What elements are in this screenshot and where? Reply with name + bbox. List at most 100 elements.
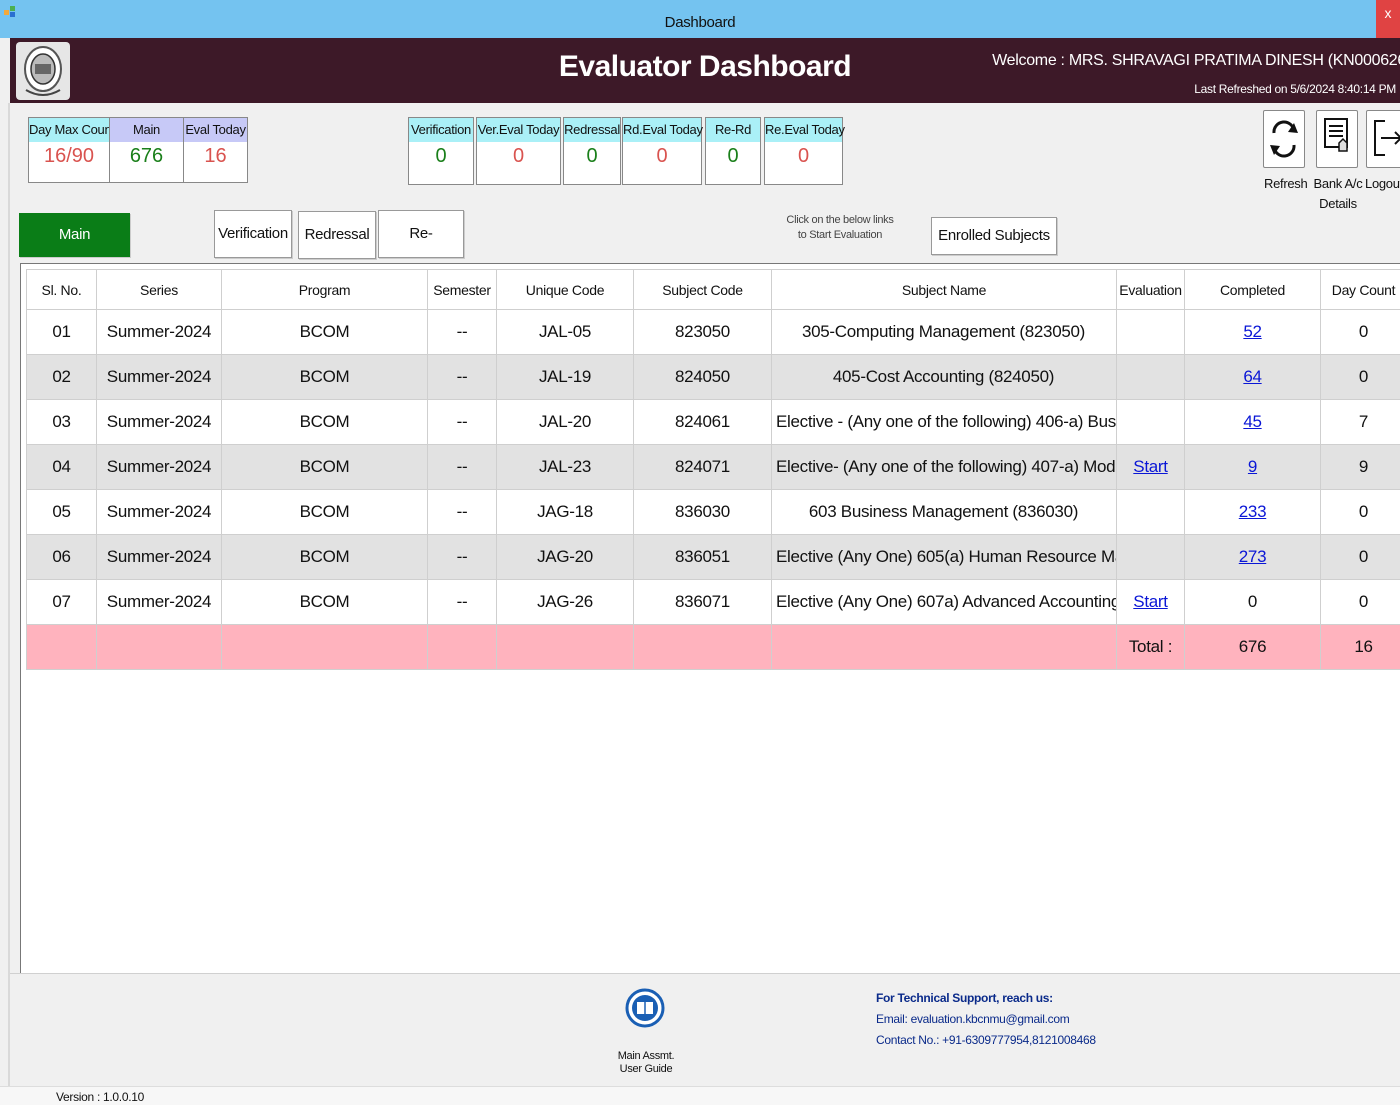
close-button[interactable]: x	[1376, 0, 1400, 38]
app-header: Evaluator Dashboard Welcome : MRS. SHRAV…	[10, 38, 1400, 103]
cell-completed: 273	[1185, 535, 1321, 580]
cell-subject-code: 823050	[634, 310, 772, 355]
cell-program: BCOM	[222, 400, 428, 445]
column-header: Completed	[1185, 270, 1321, 310]
cell-completed: 233	[1185, 490, 1321, 535]
tab-main-assessment[interactable]: Main Assessment	[19, 213, 130, 257]
cell-series: Summer-2024	[97, 580, 222, 625]
bank-details-label-line2: Details	[1312, 196, 1364, 211]
column-header: Evaluation	[1117, 270, 1185, 310]
cell-subject-name: 405-Cost Accounting (824050)	[772, 355, 1117, 400]
cell-day-count: 0	[1321, 490, 1400, 535]
cell-unique-code: JAL-20	[497, 400, 634, 445]
stat-value: 16/90	[29, 142, 109, 170]
support-heading: For Technical Support, reach us:	[876, 988, 1096, 1009]
column-header: Program	[222, 270, 428, 310]
cell-sl: 03	[27, 400, 97, 445]
cell-series: Summer-2024	[97, 535, 222, 580]
table-row[interactable]: 04 Summer-2024 BCOM -- JAL-23 824071 Ele…	[27, 445, 1400, 490]
stat-value: 0	[765, 142, 842, 170]
enrolled-subjects-button[interactable]: Enrolled Subjects	[931, 217, 1057, 255]
completed-link[interactable]: 52	[1243, 322, 1261, 341]
cell-completed: 64	[1185, 355, 1321, 400]
stat-label: Verification	[409, 118, 473, 142]
welcome-text: Welcome : MRS. SHRAVAGI PRATIMA DINESH (…	[992, 52, 1400, 70]
cell-unique-code: JAG-26	[497, 580, 634, 625]
cell-completed: 45	[1185, 400, 1321, 445]
table-row[interactable]: 01 Summer-2024 BCOM -- JAL-05 823050 305…	[27, 310, 1400, 355]
stat-rd-eval-today: Rd.Eval Today 0	[622, 117, 702, 185]
cell-semester: --	[428, 535, 497, 580]
cell-series: Summer-2024	[97, 355, 222, 400]
table-row[interactable]: 02 Summer-2024 BCOM -- JAL-19 824050 405…	[27, 355, 1400, 400]
table-row[interactable]: 07 Summer-2024 BCOM -- JAG-26 836071 Ele…	[27, 580, 1400, 625]
version-label: Version : 1.0.0.10	[56, 1090, 144, 1104]
window-title: Dashboard	[0, 14, 1400, 31]
table-row[interactable]: 03 Summer-2024 BCOM -- JAL-20 824061 Ele…	[27, 400, 1400, 445]
total-completed: 676	[1185, 625, 1321, 670]
cell-unique-code: JAG-18	[497, 490, 634, 535]
cell-empty	[772, 625, 1117, 670]
stat-value: 0	[623, 142, 701, 170]
start-link[interactable]: Start	[1133, 457, 1167, 476]
column-header: Unique Code	[497, 270, 634, 310]
book-icon	[625, 982, 665, 1042]
table-row[interactable]: 05 Summer-2024 BCOM -- JAG-18 836030 603…	[27, 490, 1400, 535]
footer: Main Assmt. User Guide For Technical Sup…	[10, 973, 1400, 1087]
cell-empty	[27, 625, 97, 670]
column-header: Series	[97, 270, 222, 310]
completed-link[interactable]: 273	[1239, 547, 1266, 566]
logout-button[interactable]	[1366, 110, 1400, 168]
completed-link[interactable]: 9	[1248, 457, 1257, 476]
cell-subject-code: 824050	[634, 355, 772, 400]
stat-eval-today: Eval Today 16	[183, 117, 248, 183]
tab-redressal[interactable]: Redressal	[298, 211, 376, 259]
cell-sl: 05	[27, 490, 97, 535]
cell-subject-name: 305-Computing Management (823050)	[772, 310, 1117, 355]
cell-subject-code: 836071	[634, 580, 772, 625]
cell-evaluation: Start	[1117, 580, 1185, 625]
cell-sl: 04	[27, 445, 97, 490]
cell-subject-name: Elective - (Any one of the following) 40…	[772, 400, 1117, 445]
refresh-button[interactable]	[1263, 110, 1305, 168]
stat-ver-eval-today: Ver.Eval Today 0	[476, 117, 561, 185]
bank-details-button[interactable]	[1316, 110, 1358, 168]
total-day-count: 16	[1321, 625, 1400, 670]
cell-completed: 9	[1185, 445, 1321, 490]
cell-series: Summer-2024	[97, 445, 222, 490]
user-guide-line-1: Main Assmt.	[606, 1050, 686, 1063]
cell-evaluation	[1117, 310, 1185, 355]
cell-sl: 02	[27, 355, 97, 400]
table-row[interactable]: 06 Summer-2024 BCOM -- JAG-20 836051 Ele…	[27, 535, 1400, 580]
refresh-label: Refresh	[1264, 176, 1304, 191]
stat-day-max-count: Day Max Count 16/90	[28, 117, 110, 183]
cell-evaluation	[1117, 535, 1185, 580]
cell-empty	[222, 625, 428, 670]
stat-label: Eval Today	[184, 118, 247, 142]
stat-label: Rd.Eval Today	[623, 118, 701, 142]
cell-day-count: 0	[1321, 535, 1400, 580]
completed-link[interactable]: 233	[1239, 502, 1266, 521]
column-header: Day Count	[1321, 270, 1400, 310]
cell-semester: --	[428, 445, 497, 490]
start-link[interactable]: Start	[1133, 592, 1167, 611]
cell-program: BCOM	[222, 580, 428, 625]
tab-verification[interactable]: Verification	[214, 210, 292, 258]
cell-evaluation	[1117, 355, 1185, 400]
window-titlebar: Dashboard x	[0, 0, 1400, 38]
user-guide-button[interactable]	[625, 982, 665, 1030]
stat-label: Re.Eval Today	[765, 118, 842, 142]
cell-empty	[428, 625, 497, 670]
stat-redressal: Redressal 0	[563, 117, 621, 185]
stat-re-eval-today: Re.Eval Today 0	[764, 117, 843, 185]
column-header: Subject Name	[772, 270, 1117, 310]
cell-subject-name: Elective (Any One) 605(a) Human Resource…	[772, 535, 1117, 580]
user-guide-label[interactable]: Main Assmt. User Guide	[606, 1050, 686, 1076]
completed-link[interactable]: 45	[1243, 412, 1261, 431]
support-email: Email: evaluation.kbcnmu@gmail.com	[876, 1009, 1096, 1030]
cell-subject-name: Elective (Any One) 607a) Advanced Accoun…	[772, 580, 1117, 625]
completed-link[interactable]: 64	[1243, 367, 1261, 386]
tab-re-redressal[interactable]: Re-Redressal	[378, 210, 464, 258]
cell-empty	[634, 625, 772, 670]
logout-label: Logout	[1364, 176, 1400, 191]
